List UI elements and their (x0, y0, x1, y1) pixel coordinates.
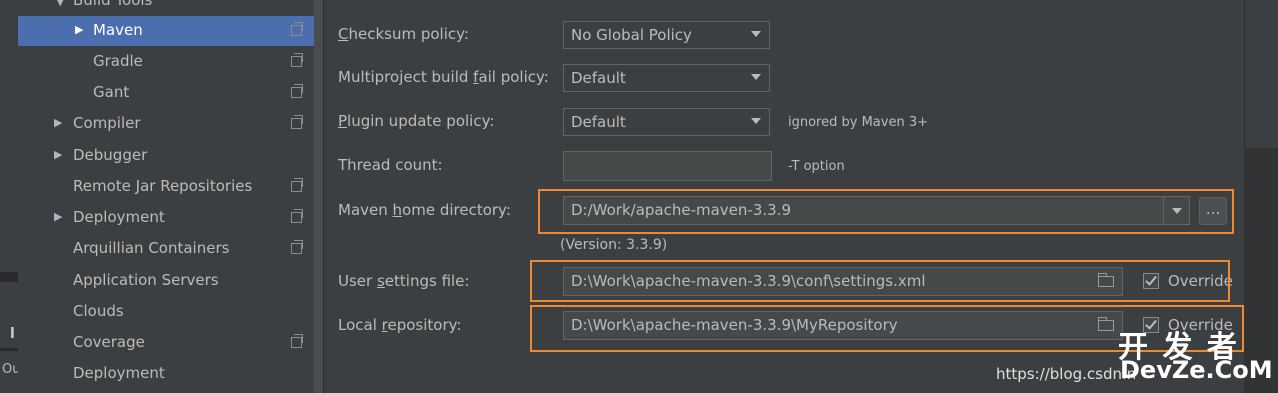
chevron-down-icon (751, 31, 761, 37)
tree-item-label: Arquillian Containers (73, 239, 230, 257)
tree-item-maven[interactable]: ▶ Maven (18, 16, 314, 46)
right-edge-panel (1244, 0, 1278, 148)
tree-item-label: Build Tools (73, 0, 153, 9)
sidebar-scrollbar[interactable] (314, 0, 323, 393)
chevron-down-icon (751, 74, 761, 80)
watermark-brand-bottom: DevZe.CoM (1120, 356, 1273, 384)
annotation-highlight-user-settings (530, 260, 1230, 302)
project-settings-icon (291, 209, 303, 223)
edge-label: l (10, 326, 15, 342)
tree-item-deployment-2[interactable]: Deployment (18, 359, 314, 389)
tree-item-gant[interactable]: Gant (18, 78, 314, 108)
tree-item-debugger[interactable]: ▶ Debugger (18, 141, 314, 171)
tree-item-label: Debugger (73, 146, 148, 164)
project-settings-icon (291, 334, 303, 348)
tree-item-label: Remote Jar Repositories (73, 177, 253, 195)
tree-item-label: Compiler (73, 114, 141, 132)
project-settings-icon (291, 178, 303, 192)
tree-item-label: Gradle (93, 52, 143, 70)
tree-item-arquillian-containers[interactable]: Arquillian Containers (18, 234, 314, 264)
settings-tree: ▼ Build Tools ▶ Maven Gradle Gant ▶ Comp… (18, 0, 314, 393)
checksum-policy-select[interactable]: No Global Policy (563, 21, 770, 49)
plugin-policy-hint: ignored by Maven 3+ (788, 115, 928, 130)
tree-item-deployment[interactable]: ▶ Deployment (18, 203, 314, 233)
thread-count-hint: -T option (788, 159, 845, 174)
tree-item-label: Gant (93, 83, 130, 101)
project-settings-icon (291, 22, 303, 36)
maven-version-label: (Version: 3.3.9) (560, 237, 668, 253)
collapsed-arrow-icon[interactable]: ▶ (54, 210, 62, 223)
tree-item-label: Coverage (73, 333, 145, 351)
thread-count-input[interactable] (563, 151, 772, 181)
right-edge-strip (1244, 0, 1278, 393)
project-settings-icon (291, 240, 303, 254)
tree-item-clouds[interactable]: Clouds (18, 297, 314, 327)
thread-count-label: Thread count: (338, 156, 443, 174)
tree-item-label: Clouds (73, 302, 124, 320)
expanded-arrow-icon[interactable]: ▼ (56, 0, 64, 8)
tree-item-label: Deployment (73, 208, 165, 226)
tree-item-coverage[interactable]: Coverage (18, 328, 314, 358)
left-edge-strip: l Ou (0, 0, 20, 393)
plugin-update-policy-select[interactable]: Default (563, 108, 770, 136)
multiproject-fail-policy-label: Multiproject build fail policy: (338, 68, 549, 86)
annotation-highlight-maven-home (538, 189, 1234, 234)
maven-settings-panel: Checksum policy: No Global Policy Multip… (324, 0, 1244, 393)
plugin-update-policy-label: Plugin update policy: (338, 112, 495, 130)
tree-item-build-tools[interactable]: ▼ Build Tools (18, 0, 314, 16)
tree-item-gradle[interactable]: Gradle (18, 47, 314, 77)
edge-divider (0, 348, 18, 351)
tree-item-remote-jar-repositories[interactable]: Remote Jar Repositories (18, 172, 314, 202)
maven-home-label: Maven home directory: (338, 201, 511, 219)
local-repository-label: Local repository: (338, 316, 462, 334)
tree-item-compiler[interactable]: ▶ Compiler (18, 109, 314, 139)
tree-item-label: Maven (93, 21, 143, 39)
tree-item-application-servers[interactable]: Application Servers (18, 266, 314, 296)
select-value: Default (571, 69, 626, 87)
select-value: No Global Policy (571, 26, 692, 44)
collapsed-arrow-icon[interactable]: ▶ (54, 148, 62, 161)
project-settings-icon (291, 115, 303, 129)
chevron-down-icon (751, 118, 761, 124)
collapsed-arrow-icon[interactable]: ▶ (54, 116, 62, 129)
edge-divider (0, 272, 18, 282)
multiproject-fail-policy-select[interactable]: Default (563, 64, 770, 92)
watermark-url: https://blog.csdn.n (996, 365, 1137, 383)
collapsed-arrow-icon[interactable]: ▶ (75, 23, 83, 36)
project-settings-icon (291, 84, 303, 98)
user-settings-label: User settings file: (338, 272, 470, 290)
select-value: Default (571, 113, 626, 131)
checksum-policy-label: Checksum policy: (338, 25, 469, 43)
tree-item-label: Application Servers (73, 271, 219, 289)
tree-item-label: Deployment (73, 364, 165, 382)
project-settings-icon (291, 53, 303, 67)
